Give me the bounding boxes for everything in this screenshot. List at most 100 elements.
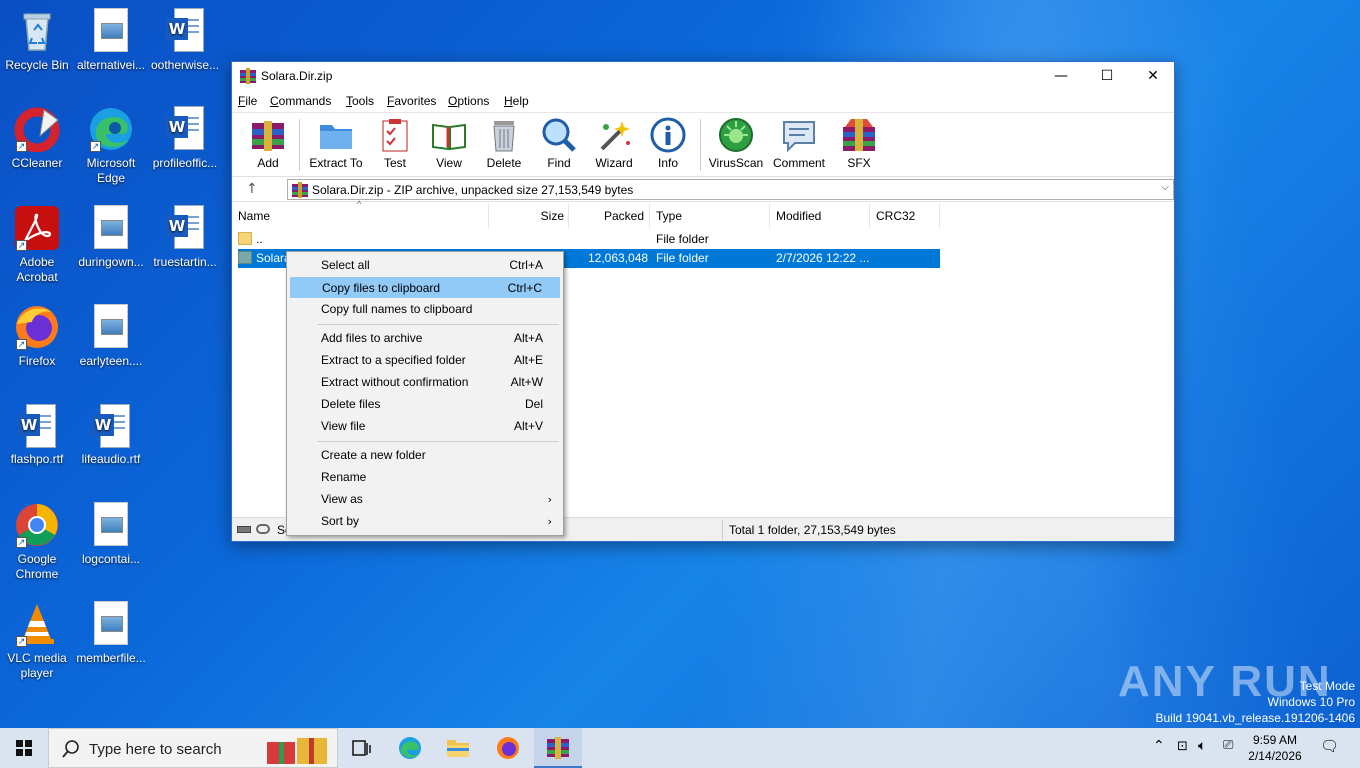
menu-item-rename[interactable]: Rename	[290, 467, 560, 488]
virusscan-button[interactable]: VirusScan	[708, 117, 764, 175]
word-document-icon: W	[166, 8, 204, 52]
volume-icon[interactable]: 🔈︎	[1198, 738, 1206, 754]
up-arrow-icon[interactable]: ↑	[246, 181, 258, 197]
desktop-icon-alternativei[interactable]: alternativei...	[74, 8, 148, 73]
column-header-size[interactable]: Size	[489, 204, 569, 228]
title-bar[interactable]: Solara.Dir.zip — ☐ ✕	[232, 62, 1174, 90]
row-type: File folder	[656, 232, 709, 246]
network-icon[interactable]: ⊡	[1177, 739, 1188, 754]
image-document-icon	[88, 304, 134, 350]
clock[interactable]: 9:59 AM 2/14/2026	[1248, 732, 1302, 764]
chevron-down-icon[interactable]: ⌵	[1161, 182, 1169, 193]
desktop-icon-recycle-bin[interactable]: Recycle Bin	[0, 8, 74, 73]
desktop-icon-memberfile[interactable]: memberfile...	[74, 601, 148, 666]
column-header-type[interactable]: Type	[650, 204, 770, 228]
menu-item-copy-files-to-clipboard[interactable]: Copy files to clipboard Ctrl+C	[290, 277, 560, 298]
minimize-button[interactable]: —	[1038, 62, 1084, 90]
search-placeholder: Type here to search	[89, 741, 222, 758]
chevron-up-icon[interactable]: ⌃	[1153, 738, 1165, 754]
menu-item-sort-by[interactable]: Sort by ›	[290, 511, 560, 532]
desktop-icon-microsoft-edge[interactable]: ↗ Microsoft Edge	[74, 106, 148, 186]
column-header-modified[interactable]: Modified	[770, 204, 870, 228]
desktop-icon-profileoffic[interactable]: W profileoffic...	[148, 106, 222, 171]
menu-favorites[interactable]: Favorites	[387, 94, 436, 108]
desktop-icon-adobe-acrobat[interactable]: ↗ Adobe Acrobat	[0, 205, 74, 285]
ccleaner-icon: ↗	[14, 106, 60, 153]
shortcut-arrow-icon: ↗	[16, 339, 27, 350]
menu-tools[interactable]: Tools	[346, 94, 374, 108]
desktop-icon-label: profileoffic...	[152, 156, 218, 170]
desktop-icon-duringown[interactable]: duringown...	[74, 205, 148, 270]
desktop-icon-label: lifeaudio.rtf	[81, 452, 141, 466]
desktop-icon-ccleaner[interactable]: ↗ CCleaner	[0, 106, 74, 171]
windows-edition-text: Windows 10 Pro	[1267, 695, 1355, 709]
taskbar-winrar[interactable]	[534, 728, 582, 768]
column-header-packed[interactable]: Packed	[569, 204, 650, 228]
address-bar: ↑ Solara.Dir.zip - ZIP archive, unpacked…	[232, 176, 1174, 202]
notification-icon[interactable]: 🗨︎	[1320, 737, 1339, 755]
edge-icon: ↗	[88, 106, 134, 152]
view-button[interactable]: View	[428, 117, 470, 175]
desktop-icon-firefox[interactable]: ↗ Firefox	[0, 304, 74, 369]
add-archive-icon	[250, 117, 286, 153]
find-button[interactable]: Find	[539, 117, 579, 175]
magnifier-icon	[541, 117, 577, 153]
drive-icon	[237, 526, 251, 533]
menu-item-extract-to-folder[interactable]: Extract to a specified folder Alt+E	[290, 350, 560, 371]
desktop-icon-ootherwise[interactable]: W ootherwise...	[148, 8, 222, 73]
info-button[interactable]: Info	[650, 117, 686, 175]
comment-label: Comment	[772, 156, 825, 170]
taskbar-file-explorer[interactable]	[434, 728, 482, 768]
search-box[interactable]: Type here to search	[48, 728, 338, 768]
menu-item-extract-without-confirmation[interactable]: Extract without confirmation Alt+W	[290, 372, 560, 393]
menu-item-label: Add files to archive	[321, 331, 423, 345]
desktop-icon-vlc[interactable]: ↗ VLC media player	[0, 601, 74, 681]
desktop-icon-lifeaudio[interactable]: W lifeaudio.rtf	[74, 404, 148, 467]
desktop-icon-label: alternativei...	[76, 58, 146, 72]
desktop-icon-google-chrome[interactable]: ↗ Google Chrome	[0, 502, 74, 582]
menu-item-view-as[interactable]: View as ›	[290, 489, 560, 510]
desktop-icon-label: Microsoft Edge	[86, 156, 136, 185]
add-button[interactable]: Add	[248, 117, 288, 175]
row-packed: 12,063,048	[588, 251, 649, 265]
comment-button[interactable]: Comment	[770, 117, 828, 175]
column-header-crc32[interactable]: CRC32	[870, 204, 940, 228]
menu-item-shortcut: Ctrl+C	[507, 281, 542, 295]
delete-button[interactable]: Delete	[484, 117, 524, 175]
chevron-right-icon: ›	[547, 493, 552, 506]
address-field[interactable]: Solara.Dir.zip - ZIP archive, unpacked s…	[287, 179, 1174, 200]
menu-options[interactable]: Options	[448, 94, 489, 108]
menu-item-select-all[interactable]: Select all Ctrl+A	[290, 255, 560, 276]
sfx-archive-icon	[841, 117, 877, 153]
sfx-button[interactable]: SFX	[838, 117, 880, 175]
desktop-icon-truestartin[interactable]: W truestartin...	[148, 205, 222, 270]
extract-to-button[interactable]: Extract To	[308, 117, 364, 175]
taskbar-edge[interactable]	[386, 728, 434, 768]
test-button[interactable]: Test	[376, 117, 414, 175]
desktop-icon-logcontai[interactable]: logcontai...	[74, 502, 148, 567]
close-button[interactable]: ✕	[1130, 62, 1176, 90]
menu-item-delete-files[interactable]: Delete files Del	[290, 394, 560, 415]
shortcut-arrow-icon: ↗	[16, 240, 27, 251]
shortcut-arrow-icon: ↗	[90, 141, 101, 152]
menu-file[interactable]: File	[238, 94, 257, 108]
test-checklist-icon	[377, 117, 413, 153]
desktop-icon-flashpo[interactable]: W flashpo.rtf	[0, 404, 74, 467]
start-button[interactable]	[0, 728, 48, 768]
maximize-button[interactable]: ☐	[1084, 62, 1130, 90]
taskbar-firefox[interactable]	[484, 728, 532, 768]
menu-commands[interactable]: Commands	[270, 94, 331, 108]
language-icon[interactable]: ⎚	[1223, 738, 1233, 753]
extract-to-label: Extract To	[309, 156, 363, 170]
task-view-button[interactable]	[338, 728, 386, 768]
row-name: ..	[256, 232, 263, 246]
menu-help[interactable]: Help	[504, 94, 529, 108]
menu-item-create-new-folder[interactable]: Create a new folder	[290, 445, 560, 466]
book-view-icon	[431, 117, 467, 153]
menu-item-add-files-to-archive[interactable]: Add files to archive Alt+A	[290, 328, 560, 349]
menu-item-copy-full-names[interactable]: Copy full names to clipboard	[290, 299, 560, 320]
menu-item-view-file[interactable]: View file Alt+V	[290, 416, 560, 437]
table-row[interactable]: .. File folder	[238, 230, 940, 249]
wizard-button[interactable]: Wizard	[594, 117, 634, 175]
desktop-icon-earlyteen[interactable]: earlyteen....	[74, 304, 148, 369]
